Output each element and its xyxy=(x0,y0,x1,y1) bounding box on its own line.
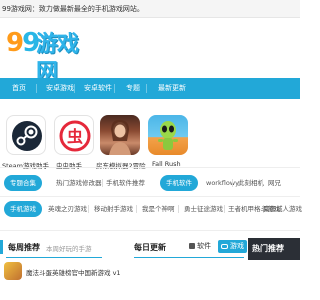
chong-icon: 虫 xyxy=(59,120,91,152)
game-badge[interactable]: 手机游戏 xyxy=(4,201,42,217)
row-divider xyxy=(136,205,137,213)
software-link[interactable]: 网兄 xyxy=(268,172,281,194)
weekly-title: 每周推荐 xyxy=(8,243,40,252)
game-link[interactable]: 英魂之刃游戏 xyxy=(48,198,87,220)
chong-glyph: 虫 xyxy=(67,127,83,146)
row-divider xyxy=(88,205,89,213)
tab-software-label: 软件 xyxy=(197,242,211,250)
app-label-steam[interactable]: Steam游戏助手 xyxy=(2,160,49,170)
topic-row: 专题合集 热门游戏修改器 手机软件推荐 手机软件 workflowy 此刻相机 … xyxy=(0,172,300,194)
accent-bar xyxy=(0,240,3,254)
app-fall-rush[interactable] xyxy=(148,115,188,155)
game-link[interactable]: 勇士征途游戏 xyxy=(184,198,223,220)
weekly-underline xyxy=(6,257,102,258)
app-chong[interactable]: 虫 xyxy=(54,115,94,155)
row-divider xyxy=(232,179,233,187)
logo-digit-one: 9 xyxy=(6,28,24,58)
row-divider xyxy=(102,179,103,187)
daily-underline xyxy=(134,257,244,258)
nav-divider xyxy=(36,84,37,93)
tab-game-label: 游戏 xyxy=(230,242,244,250)
software-badge[interactable]: 手机软件 xyxy=(160,175,198,191)
nav-divider xyxy=(114,84,115,93)
row-divider xyxy=(224,205,225,213)
row-divider xyxy=(262,179,263,187)
nav-item-home[interactable]: 首页 xyxy=(12,78,26,99)
topic-link[interactable]: 热门游戏修改器 xyxy=(56,172,102,194)
gamepad-icon xyxy=(221,243,228,249)
tab-game[interactable]: 游戏 xyxy=(218,240,247,253)
topic-link[interactable]: 手机软件推荐 xyxy=(106,172,145,194)
top-bar: 99游戏网：致力做最新最全的手机游戏网站。 xyxy=(0,0,300,18)
tab-software[interactable]: 软件 xyxy=(186,240,214,253)
software-icon xyxy=(189,243,195,249)
daily-title: 每日更新 xyxy=(134,243,166,252)
nav-item-topics[interactable]: 专题 xyxy=(126,78,140,99)
app-landlord-sim[interactable] xyxy=(100,115,140,155)
fall-rush-alien-icon xyxy=(158,121,178,150)
site-tagline: 99游戏网：致力做最新最全的手机游戏网站。 xyxy=(2,5,144,13)
steam-icon xyxy=(12,121,42,151)
logo-digits: 99 xyxy=(6,28,40,58)
game-link[interactable]: 移动射手游戏 xyxy=(94,198,133,220)
software-link[interactable]: workflowy xyxy=(206,172,239,194)
weekly-item-title[interactable]: 魔法斗蛋英雄榜官中国新游戏 v1 xyxy=(26,267,121,277)
divider xyxy=(0,196,300,197)
row-divider xyxy=(178,205,179,213)
app-label-landlord-sim[interactable]: 房东模拟器2冒险... xyxy=(96,160,152,170)
weekly-subtitle: 本周好玩的手游 xyxy=(46,245,92,253)
topic-badge[interactable]: 专题合集 xyxy=(4,175,42,191)
divider xyxy=(0,167,300,168)
game-row: 手机游戏 英魂之刃游戏 移动射手游戏 我是个神啊 勇士征途游戏 王者机甲格斗游戏… xyxy=(0,198,302,220)
app-label-chong[interactable]: 虫虫助手 xyxy=(56,160,82,170)
game-link[interactable]: 我是个神啊 xyxy=(142,198,175,220)
woman-character-icon xyxy=(109,119,131,155)
app-steam[interactable] xyxy=(6,115,46,155)
divider xyxy=(0,230,300,231)
nav-divider xyxy=(74,84,75,93)
game-link[interactable]: 麋鹿城人游戏 xyxy=(263,198,302,220)
nav-divider xyxy=(146,84,147,93)
nav-item-android-games[interactable]: 安卓游戏 xyxy=(46,78,74,99)
nav-item-android-software[interactable]: 安卓软件 xyxy=(84,78,112,99)
main-nav: 首页 安卓游戏 安卓软件 专题 最新更新 xyxy=(0,78,300,99)
weekly-item-thumbnail[interactable] xyxy=(4,262,22,280)
hot-recommend-header: 热门推荐 xyxy=(248,238,300,260)
software-link[interactable]: 此刻相机 xyxy=(238,172,264,194)
nav-item-latest[interactable]: 最新更新 xyxy=(158,78,186,99)
hot-title: 热门推荐 xyxy=(252,244,284,253)
site-logo[interactable]: 99 游戏网 xyxy=(6,28,80,85)
